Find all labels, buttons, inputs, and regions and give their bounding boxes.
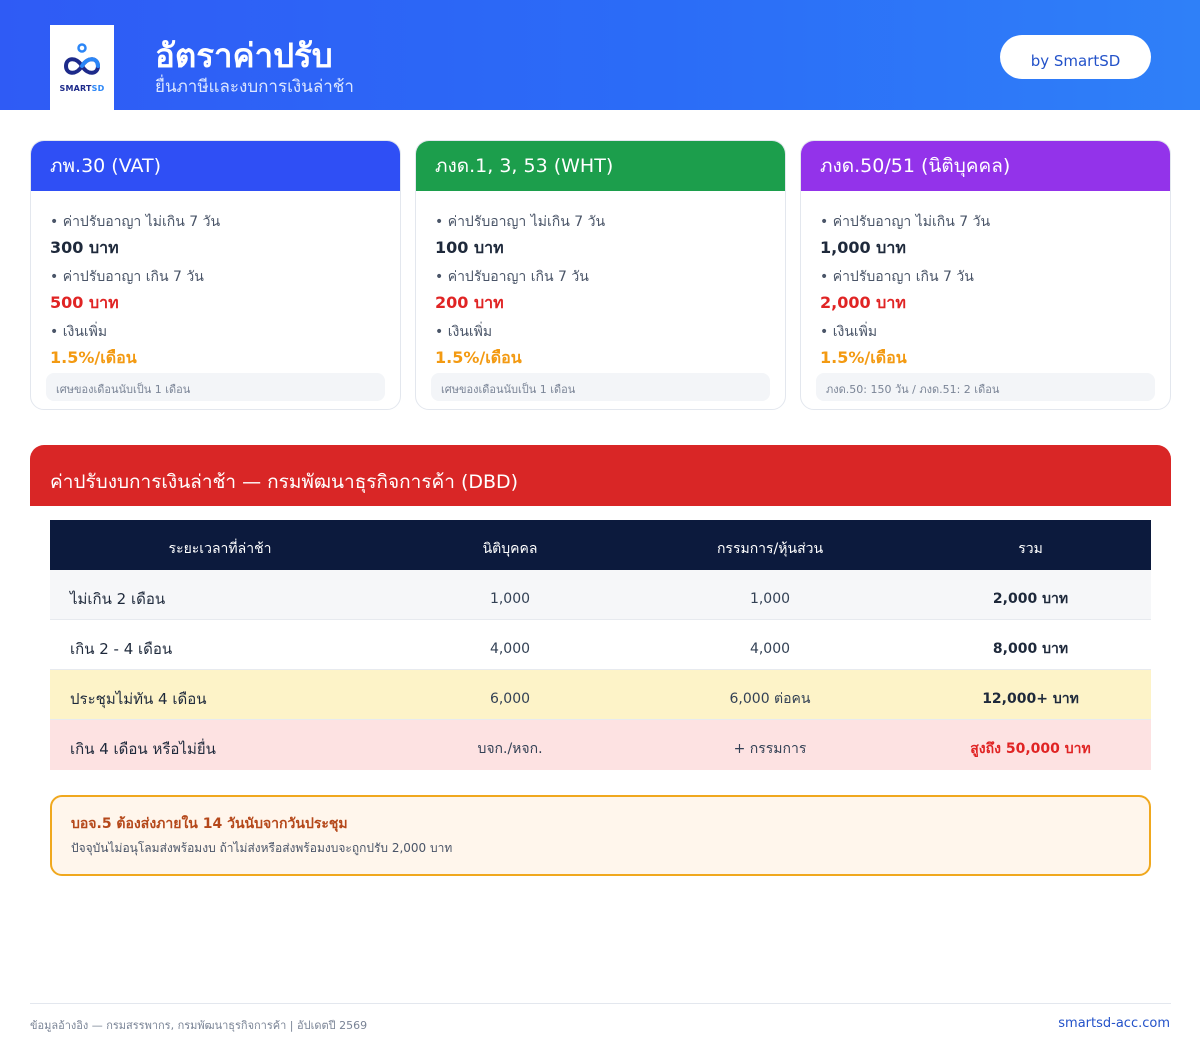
item-value: 100 บาท xyxy=(435,238,504,257)
item-label: • ค่าปรับอาญา เกิน 7 วัน xyxy=(50,269,204,285)
notice-box: บอจ.5 ต้องส่งภายใน 14 วันนับจากวันประชุม… xyxy=(50,795,1151,876)
card-title: ภงด.50/51 (นิติบุคคล) xyxy=(801,141,1170,191)
column-header: นิติบุคคล xyxy=(482,541,538,557)
item-value: 1.5%/เดือน xyxy=(50,348,137,367)
item-label: • เงินเพิ่ม xyxy=(820,324,878,340)
logo-wordmark: SMARTSD xyxy=(59,84,105,93)
table-cell: 12,000+ บาท xyxy=(982,690,1079,707)
item-label: • ค่าปรับอาญา เกิน 7 วัน xyxy=(435,269,589,285)
brand-pill: by SmartSD xyxy=(1000,35,1151,79)
card-title: ภงด.1, 3, 53 (WHT) xyxy=(416,141,785,191)
table-cell: ประชุมไม่ทัน 4 เดือน xyxy=(70,689,207,708)
column-header: กรรมการ/หุ้นส่วน xyxy=(716,541,824,557)
table-cell: 2,000 บาท xyxy=(992,590,1069,607)
item-value: 1,000 บาท xyxy=(820,238,906,257)
table-cell: + กรรมการ xyxy=(733,741,807,757)
notice-title: บอจ.5 ต้องส่งภายใน 14 วันนับจากวันประชุม xyxy=(71,816,348,832)
card-note: ภงด.50: 150 วัน / ภงด.51: 2 เดือน xyxy=(816,373,1155,401)
table-row: เกิน 2 - 4 เดือน 4,000 4,000 8,000 บาท xyxy=(50,620,1151,670)
item-label: • ค่าปรับอาญา ไม่เกิน 7 วัน xyxy=(50,214,221,230)
logo: SMARTSD xyxy=(50,25,114,110)
table-header-row: ระยะเวลาที่ล่าช้า นิติบุคคล กรรมการ/หุ้น… xyxy=(50,520,1151,570)
item-label: • ค่าปรับอาญา เกิน 7 วัน xyxy=(820,269,974,285)
table-cell: 4,000 xyxy=(749,640,791,657)
card-vat: ภพ.30 (VAT) • ค่าปรับอาญา ไม่เกิน 7 วัน … xyxy=(30,140,401,410)
header-banner: SMARTSD อัตราค่าปรับ ยื่นภาษีและงบการเงิ… xyxy=(0,0,1200,110)
item-value: 2,000 บาท xyxy=(820,293,906,312)
footer-source: ข้อมูลอ้างอิง — กรมสรรพากร, กรมพัฒนาธุรก… xyxy=(30,1019,368,1032)
card-wht: ภงด.1, 3, 53 (WHT) • ค่าปรับอาญา ไม่เกิน… xyxy=(415,140,786,410)
page-title: อัตราค่าปรับ xyxy=(155,36,333,75)
table-cell: สูงถึง 50,000 บาท xyxy=(970,741,1091,757)
dbd-section-title: ค่าปรับงบการเงินล่าช้า — กรมพัฒนาธุรกิจก… xyxy=(30,445,1171,506)
item-label: • ค่าปรับอาญา ไม่เกิน 7 วัน xyxy=(820,214,991,230)
table-cell: 1,000 xyxy=(749,590,791,607)
footer-website-link[interactable]: smartsd-acc.com xyxy=(1058,1016,1170,1031)
table-row: ประชุมไม่ทัน 4 เดือน 6,000 6,000 ต่อคน 1… xyxy=(50,670,1151,720)
table-cell: ไม่เกิน 2 เดือน xyxy=(70,589,166,608)
item-value: 1.5%/เดือน xyxy=(435,348,522,367)
page-subtitle: ยื่นภาษีและงบการเงินล่าช้า xyxy=(155,77,354,97)
column-header: รวม xyxy=(1018,541,1043,557)
item-value: 300 บาท xyxy=(50,238,119,257)
table-row: เกิน 4 เดือน หรือไม่ยื่น บจก./หจก. + กรร… xyxy=(50,720,1151,770)
table-row: ไม่เกิน 2 เดือน 1,000 1,000 2,000 บาท xyxy=(50,570,1151,620)
item-value: 1.5%/เดือน xyxy=(820,348,907,367)
table-cell: 8,000 บาท xyxy=(992,640,1069,657)
card-note: เศษของเดือนนับเป็น 1 เดือน xyxy=(431,373,770,401)
infinity-logo-icon xyxy=(63,43,101,75)
table-cell: 1,000 xyxy=(489,590,531,607)
footer-divider xyxy=(30,1003,1171,1004)
item-label: • ค่าปรับอาญา ไม่เกิน 7 วัน xyxy=(435,214,606,230)
table-cell: 6,000 xyxy=(489,690,531,707)
item-label: • เงินเพิ่ม xyxy=(435,324,493,340)
item-label: • เงินเพิ่ม xyxy=(50,324,108,340)
table-cell: บจก./หจก. xyxy=(477,741,543,757)
card-corporate-tax: ภงด.50/51 (นิติบุคคล) • ค่าปรับอาญา ไม่เ… xyxy=(800,140,1171,410)
card-note: เศษของเดือนนับเป็น 1 เดือน xyxy=(46,373,385,401)
dbd-penalty-table: ระยะเวลาที่ล่าช้า นิติบุคคล กรรมการ/หุ้น… xyxy=(50,520,1151,770)
item-value: 500 บาท xyxy=(50,293,119,312)
column-header: ระยะเวลาที่ล่าช้า xyxy=(168,541,272,557)
notice-text: ปัจจุบันไม่อนุโลมส่งพร้อมงบ ถ้าไม่ส่งหรื… xyxy=(71,841,453,855)
item-value: 200 บาท xyxy=(435,293,504,312)
table-cell: เกิน 2 - 4 เดือน xyxy=(70,639,173,658)
table-cell: 4,000 xyxy=(489,640,531,657)
card-title: ภพ.30 (VAT) xyxy=(31,141,400,191)
table-cell: เกิน 4 เดือน หรือไม่ยื่น xyxy=(70,740,216,758)
table-cell: 6,000 ต่อคน xyxy=(729,690,811,707)
